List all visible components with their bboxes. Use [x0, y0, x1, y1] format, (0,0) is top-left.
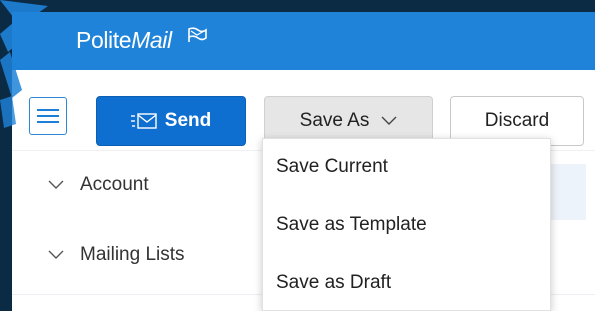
menu-item-save-as-draft[interactable]: Save as Draft: [276, 272, 391, 294]
menu-item-save-current[interactable]: Save Current: [276, 156, 388, 178]
chevron-down-icon: [381, 116, 397, 126]
sidebar-item-label: Account: [80, 174, 149, 195]
brand-name-part2: Mail: [131, 27, 172, 53]
app-window: PoliteMail Send Save As Discard Account …: [12, 12, 595, 311]
save-as-label: Save As: [299, 110, 370, 131]
chevron-down-icon: [48, 250, 64, 260]
sidebar-item-account[interactable]: Account: [48, 174, 149, 196]
envelope-icon: [130, 113, 157, 129]
menu-item-save-as-template[interactable]: Save as Template: [276, 214, 427, 236]
sidebar-item-label: Mailing Lists: [80, 244, 185, 265]
discard-label: Discard: [484, 110, 550, 131]
decorative-cross-icon: [0, 0, 48, 128]
chevron-down-icon: [48, 180, 64, 190]
brand-name-part1: Polite: [76, 27, 132, 53]
brand-bar: PoliteMail: [12, 12, 595, 70]
flag-icon: [186, 26, 208, 49]
brand-logo: PoliteMail: [76, 27, 172, 54]
save-as-menu: Save Current Save as Template Save as Dr…: [262, 138, 551, 311]
sidebar-item-mailing-lists[interactable]: Mailing Lists: [48, 244, 185, 266]
send-button[interactable]: Send: [96, 96, 246, 146]
send-label: Send: [164, 110, 212, 131]
